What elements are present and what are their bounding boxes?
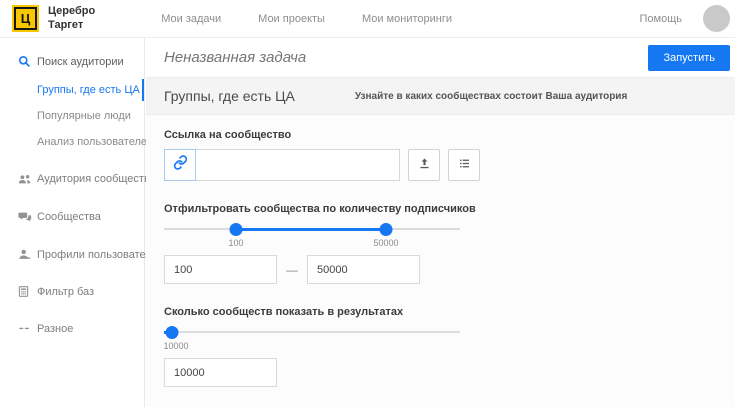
community-link-input[interactable]: [196, 149, 400, 181]
community-link-row: [164, 149, 717, 181]
link-icon: [173, 155, 188, 175]
sidebar-subitem-popular-people[interactable]: Популярные люди: [0, 103, 144, 129]
results-count-input[interactable]: [164, 358, 277, 387]
results-count-label: Сколько сообществ показать в результатах: [164, 306, 404, 318]
subscribers-range-slider: 100 50000: [164, 221, 460, 248]
slider-value: 10000: [163, 341, 189, 351]
brand-line1: Церебро: [48, 5, 96, 18]
section-header: Группы, где есть ЦА Узнайте в каких сооб…: [146, 78, 735, 115]
nav-my-tasks[interactable]: Мои задачи: [161, 13, 221, 25]
upload-file-button[interactable]: [408, 149, 440, 181]
communities-icon: [18, 210, 37, 224]
link-icon-box: [164, 149, 196, 181]
nav-my-projects[interactable]: Мои проекты: [258, 13, 325, 25]
sidebar-item-user-profiles[interactable]: Профили пользователей: [0, 241, 164, 268]
app-logo[interactable]: Ц: [12, 5, 39, 32]
sidebar-subitem-groups-with-ta[interactable]: Группы, где есть ЦА: [0, 77, 144, 103]
brand-line2: Таргет: [48, 18, 84, 31]
slider-max-value: 50000: [373, 238, 399, 248]
sidebar-item-label: Фильтр баз: [37, 285, 95, 298]
sidebar-item-audience-search[interactable]: Поиск аудитории: [0, 46, 144, 77]
slider-handle-max[interactable]: [379, 222, 393, 236]
task-form: Ссылка на сообщество Отфильтровать сообщ…: [146, 115, 735, 387]
subscribers-range-inputs: —: [164, 255, 717, 284]
users-icon: [18, 172, 37, 186]
main-nav: Мои задачи Мои проекты Мои мониторинги: [161, 13, 452, 25]
help-link[interactable]: Помощь: [640, 13, 683, 25]
user-avatar[interactable]: [703, 5, 730, 32]
sidebar-item-label: Поиск аудитории: [37, 55, 124, 68]
sidebar-item-communities[interactable]: Сообщества: [0, 203, 144, 231]
sidebar-item-label: Профили пользователей: [37, 248, 164, 261]
list-icon: [458, 157, 471, 173]
filter-bases-icon: [18, 285, 37, 298]
task-name-input[interactable]: [164, 49, 649, 66]
sidebar-item-base-filter[interactable]: Фильтр баз: [0, 278, 144, 305]
list-select-button[interactable]: [448, 149, 480, 181]
brand-name: Церебро Таргет: [48, 5, 95, 31]
sidebar-subitem-user-analysis[interactable]: Анализ пользователей: [0, 129, 153, 155]
slider-handle-min[interactable]: [229, 222, 243, 236]
misc-icon: [18, 322, 37, 335]
main-content: Запустить Группы, где есть ЦА Узнайте в …: [146, 38, 735, 407]
subscribers-to-input[interactable]: [307, 255, 420, 284]
run-button[interactable]: Запустить: [648, 44, 730, 71]
slider-handle[interactable]: [165, 325, 179, 339]
sidebar-item-misc[interactable]: Разное: [0, 315, 144, 342]
logo-letter: Ц: [14, 7, 37, 30]
sidebar-item-label: Разное: [37, 322, 74, 335]
sidebar-item-label: Аудитория сообществ: [37, 173, 150, 185]
sidebar-item-label: Сообщества: [37, 211, 101, 223]
task-title-row: Запустить: [146, 38, 735, 78]
results-count-input-row: [164, 358, 717, 387]
upload-icon: [418, 157, 431, 173]
user-profile-icon: [18, 248, 37, 261]
subscribers-from-input[interactable]: [164, 255, 277, 284]
range-separator: —: [286, 262, 298, 277]
slider-min-value: 100: [228, 238, 244, 248]
section-title: Группы, где есть ЦА: [164, 88, 295, 104]
section-subtitle: Узнайте в каких сообществах состоит Ваша…: [354, 90, 628, 102]
sidebar: Поиск аудитории Группы, где есть ЦА Попу…: [0, 38, 164, 407]
community-link-label: Ссылка на сообщество: [164, 129, 292, 141]
top-header: Ц Церебро Таргет Мои задачи Мои проекты …: [0, 0, 735, 38]
slider-track[interactable]: [164, 331, 460, 333]
search-icon: [18, 55, 37, 68]
sidebar-item-community-audience[interactable]: Аудитория сообществ: [0, 165, 150, 193]
slider-active-segment: [236, 227, 386, 231]
results-count-slider: 10000: [163, 324, 460, 351]
nav-my-monitorings[interactable]: Мои мониторинги: [362, 13, 452, 25]
subscribers-filter-label: Отфильтровать сообщества по количеству п…: [164, 203, 476, 215]
